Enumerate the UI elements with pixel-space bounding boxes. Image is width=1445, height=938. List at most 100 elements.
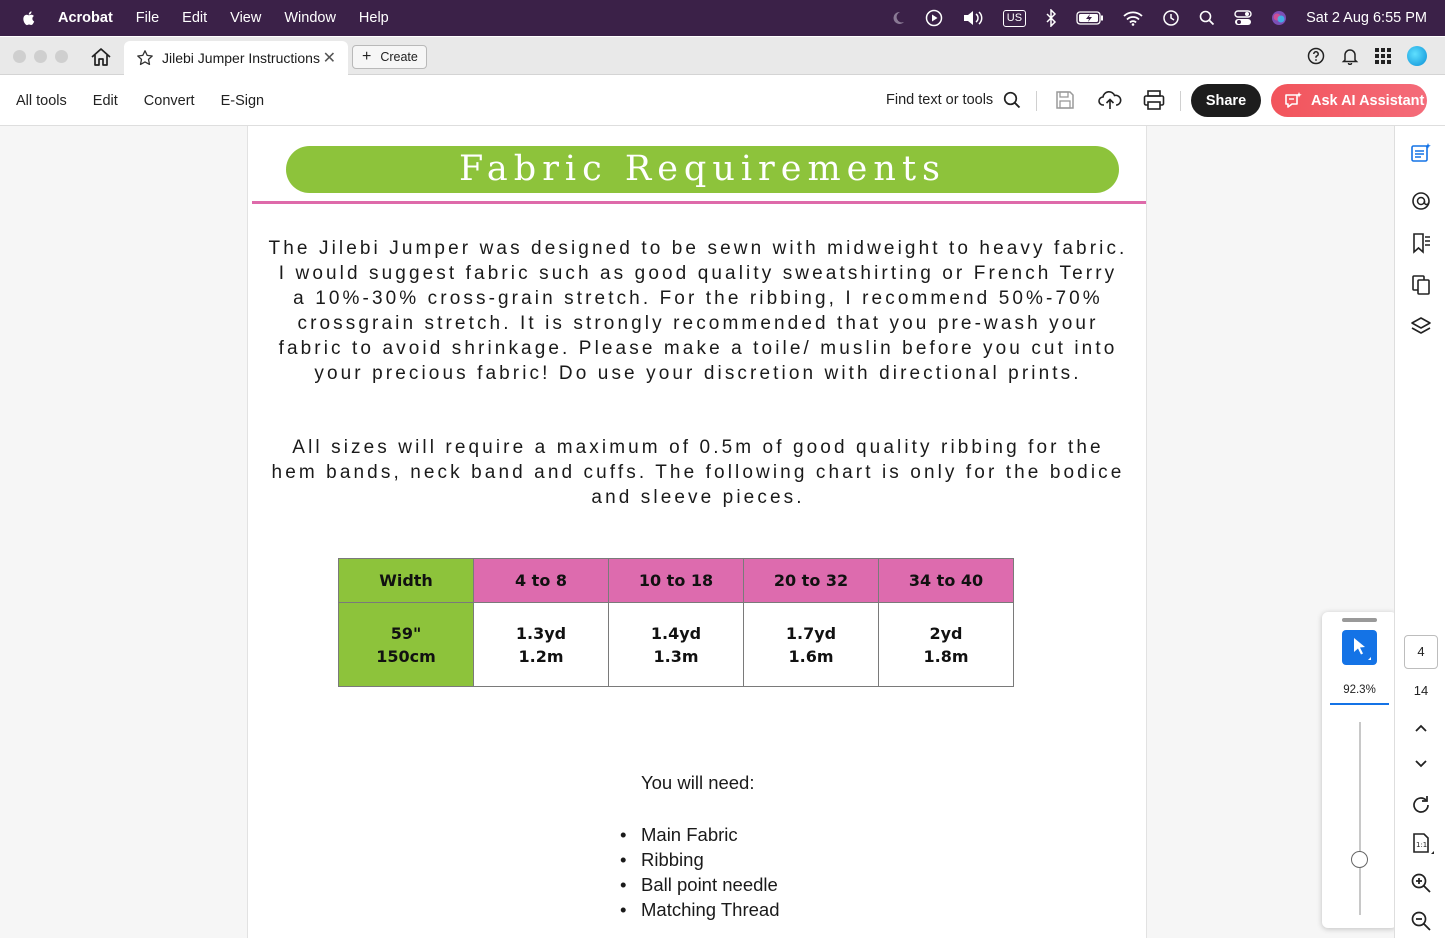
- menubar-datetime[interactable]: Sat 2 Aug 6:55 PM: [1306, 10, 1427, 26]
- keyboard-layout-badge[interactable]: US: [1002, 9, 1027, 27]
- cell-line-imperial: 1.7yd: [785, 623, 837, 643]
- ribbing-paragraph: All sizes will require a maximum of 0.5m…: [271, 437, 1125, 508]
- table-header-width: Width: [338, 558, 474, 603]
- zoom-slider-knob[interactable]: [1351, 851, 1368, 868]
- right-tools-rail: 4 14 1:1: [1394, 126, 1445, 938]
- rotate-icon[interactable]: [1410, 794, 1432, 816]
- zoom-percentage-field[interactable]: 92.3%: [1330, 684, 1389, 705]
- you-will-need-title: You will need:: [641, 772, 755, 793]
- share-button[interactable]: Share: [1191, 84, 1261, 117]
- cursor-arrow-icon: [1354, 638, 1371, 660]
- menu-file[interactable]: File: [136, 10, 159, 26]
- current-page-field[interactable]: 4: [1404, 635, 1438, 669]
- chevron-down-icon[interactable]: [1410, 756, 1432, 772]
- comment-icon[interactable]: [1410, 190, 1432, 212]
- toolbar-divider: [1180, 91, 1181, 111]
- tab-jilebi-jumper-instructions[interactable]: Jilebi Jumper Instructions ✕: [124, 41, 348, 75]
- moon-icon[interactable]: [890, 10, 906, 26]
- panel-drag-handle[interactable]: [1342, 618, 1377, 622]
- time-machine-icon[interactable]: [1162, 9, 1180, 27]
- toolbar-edit[interactable]: Edit: [93, 93, 118, 109]
- document-viewport[interactable]: Fabric Requirements The Jilebi Jumper wa…: [0, 126, 1394, 938]
- page-fit-icon[interactable]: 1:1: [1410, 832, 1434, 856]
- bluetooth-icon[interactable]: [1045, 9, 1057, 27]
- supplies-list: Main Fabric Ribbing Ball point needle Ma…: [620, 822, 780, 922]
- menu-edit[interactable]: Edit: [182, 10, 207, 26]
- fabric-paragraph: The Jilebi Jumper was designed to be sew…: [268, 238, 1128, 384]
- star-icon[interactable]: [136, 49, 154, 67]
- find-text-or-tools[interactable]: Find text or tools: [886, 91, 1021, 109]
- acrobat-toolbar: All tools Edit Convert E-Sign Find text …: [0, 75, 1445, 126]
- heading-divider: [252, 201, 1146, 204]
- table-cell: 2yd 1.8m: [878, 602, 1014, 687]
- table-cell: 1.3yd 1.2m: [473, 602, 609, 687]
- tab-title: Jilebi Jumper Instructions: [162, 50, 320, 66]
- spotlight-search-icon[interactable]: [1199, 10, 1215, 26]
- volume-icon[interactable]: [962, 10, 984, 26]
- table-cell-width: 59" 150cm: [338, 602, 474, 687]
- list-item: Ribbing: [620, 847, 780, 872]
- create-button[interactable]: + Create: [352, 45, 427, 69]
- table-header-row: Width 4 to 8 10 to 18 20 to 32 34 to 40: [338, 558, 1014, 603]
- ai-generative-summary-icon[interactable]: [1410, 142, 1432, 164]
- apps-grid-icon[interactable]: [1375, 48, 1391, 64]
- plus-icon: +: [362, 48, 372, 65]
- pdf-page: Fabric Requirements The Jilebi Jumper wa…: [247, 126, 1147, 938]
- apple-logo-icon[interactable]: [20, 9, 38, 27]
- user-avatar[interactable]: [1407, 46, 1427, 66]
- window-close-button[interactable]: [13, 50, 26, 63]
- play-icon[interactable]: [925, 9, 943, 27]
- find-label: Find text or tools: [886, 92, 994, 108]
- menu-window[interactable]: Window: [284, 10, 336, 26]
- print-icon[interactable]: [1143, 89, 1165, 111]
- menu-view[interactable]: View: [230, 10, 261, 26]
- tab-bar: Jilebi Jumper Instructions ✕ + Create: [0, 37, 1445, 75]
- cell-line-metric: 150cm: [376, 646, 436, 666]
- toolbar-divider: [1036, 91, 1037, 111]
- create-label: Create: [380, 50, 418, 64]
- notifications-bell-icon[interactable]: [1341, 47, 1359, 65]
- siri-icon[interactable]: [1271, 10, 1287, 26]
- zoom-out-icon[interactable]: [1410, 910, 1432, 932]
- control-center-icon[interactable]: [1234, 10, 1252, 26]
- table-row: 59" 150cm 1.3yd 1.2m 1.4yd 1.3m 1.7yd 1.…: [338, 602, 1014, 687]
- toolbar-all-tools[interactable]: All tools: [16, 93, 67, 109]
- list-item: Main Fabric: [620, 822, 780, 847]
- tab-close-icon[interactable]: ✕: [323, 48, 336, 68]
- wifi-icon[interactable]: [1123, 11, 1143, 26]
- ask-ai-label: Ask AI Assistant: [1311, 92, 1425, 109]
- macos-menu-bar: Acrobat File Edit View Window Help US Sa…: [0, 0, 1445, 36]
- cell-line-metric: 1.6m: [788, 646, 834, 666]
- cell-line-metric: 1.3m: [653, 646, 699, 666]
- zoom-panel: 92.3%: [1322, 612, 1397, 928]
- toolbar-e-sign[interactable]: E-Sign: [221, 93, 265, 109]
- zoom-in-icon[interactable]: [1410, 872, 1432, 894]
- total-pages: 14: [1413, 683, 1429, 698]
- table-header-size: 20 to 32: [743, 558, 879, 603]
- table-header-size: 34 to 40: [878, 558, 1014, 603]
- zoom-slider-track[interactable]: [1359, 722, 1361, 915]
- chevron-up-icon[interactable]: [1410, 720, 1432, 736]
- table-cell: 1.4yd 1.3m: [608, 602, 744, 687]
- fabric-requirements-table: Width 4 to 8 10 to 18 20 to 32 34 to 40 …: [338, 558, 1014, 687]
- pages-icon[interactable]: [1410, 274, 1432, 296]
- search-icon: [1004, 91, 1021, 109]
- ask-ai-assistant-button[interactable]: Ask AI Assistant: [1271, 84, 1427, 117]
- menu-help[interactable]: Help: [359, 10, 389, 26]
- list-item: Ball point needle: [620, 872, 780, 897]
- menu-app-acrobat[interactable]: Acrobat: [58, 10, 113, 26]
- select-tool-button[interactable]: [1342, 630, 1377, 665]
- layers-icon[interactable]: [1410, 316, 1432, 338]
- home-icon[interactable]: [90, 47, 112, 67]
- save-icon[interactable]: [1055, 89, 1075, 111]
- table-cell: 1.7yd 1.6m: [743, 602, 879, 687]
- window-minimize-button[interactable]: [34, 50, 47, 63]
- cloud-upload-icon[interactable]: [1098, 89, 1122, 111]
- bookmark-icon[interactable]: [1410, 232, 1432, 254]
- window-zoom-button[interactable]: [55, 50, 68, 63]
- help-icon[interactable]: [1307, 47, 1325, 65]
- table-header-size: 4 to 8: [473, 558, 609, 603]
- table-header-size: 10 to 18: [608, 558, 744, 603]
- battery-icon[interactable]: [1076, 11, 1104, 25]
- toolbar-convert[interactable]: Convert: [144, 93, 195, 109]
